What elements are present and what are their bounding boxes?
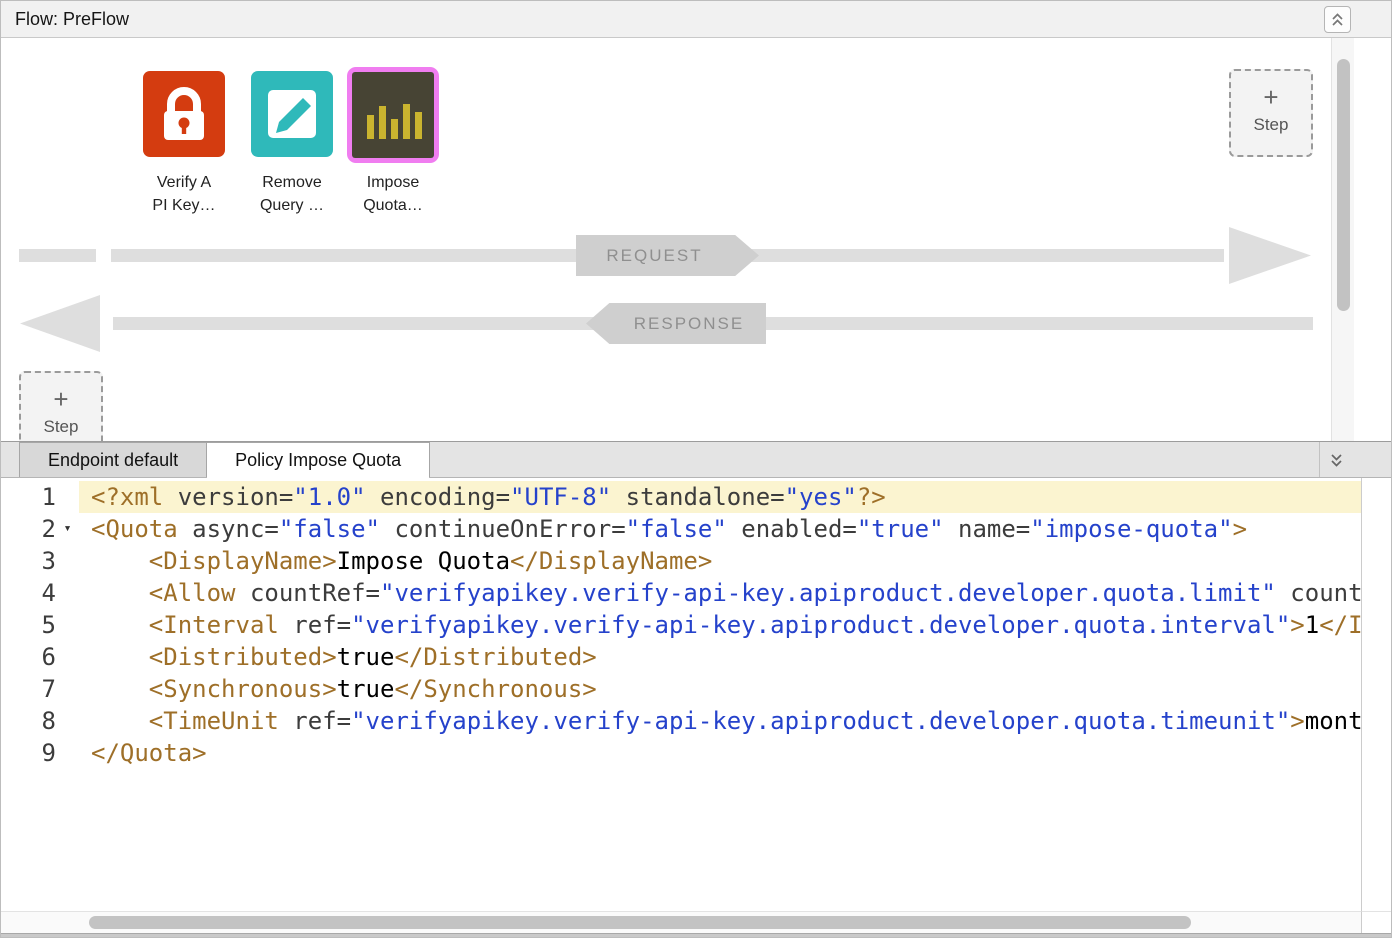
code-line[interactable]: 9 </Quota>: [1, 737, 1361, 769]
add-step-button-response[interactable]: + Step: [19, 371, 103, 441]
plus-icon: +: [1231, 84, 1311, 110]
code-text[interactable]: <Quota async="false" continueOnError="fa…: [79, 513, 1361, 545]
code-line[interactable]: 1 <?xml version="1.0" encoding="UTF-8" st…: [1, 481, 1361, 513]
line-number: 4: [1, 577, 56, 609]
policy-label-line1: Verify A: [128, 171, 240, 194]
add-step-label: Step: [21, 417, 101, 437]
response-badge: RESPONSE: [586, 303, 766, 344]
line-number: 3: [1, 545, 56, 577]
tab-policy-impose-quota[interactable]: Policy Impose Quota: [206, 442, 430, 477]
policy-label-line1: Impose: [337, 171, 449, 194]
selection-ring: [347, 67, 439, 163]
fold-spacer: [56, 673, 79, 705]
editor-hscrollbar-thumb[interactable]: [89, 916, 1191, 929]
add-step-label: Step: [1231, 115, 1311, 135]
line-number: 9: [1, 737, 56, 769]
policy-step-remove-query-param[interactable]: Remove Query …: [236, 71, 348, 157]
fold-spacer: [56, 609, 79, 641]
fold-spacer: [56, 641, 79, 673]
flow-canvas: Verify A PI Key… Remove Query …: [1, 38, 1391, 441]
window-bottom-edge: [1, 933, 1391, 938]
flow-scrollbar-thumb[interactable]: [1337, 59, 1350, 311]
code-text[interactable]: <Allow countRef="verifyapikey.verify-api…: [79, 577, 1361, 609]
code-lines: 1 <?xml version="1.0" encoding="UTF-8" st…: [1, 481, 1361, 769]
request-badge: REQUEST: [576, 235, 759, 276]
fold-spacer: [56, 481, 79, 513]
policy-label-line2: Query …: [236, 194, 348, 217]
code-editor[interactable]: 1 <?xml version="1.0" encoding="UTF-8" st…: [1, 478, 1361, 911]
api-proxy-flow-editor: Flow: PreFlow Verify A PI Key…: [0, 0, 1392, 938]
policy-label-line2: PI Key…: [128, 194, 240, 217]
collapse-editor-button[interactable]: [1325, 449, 1347, 471]
editor-right-gutter: [1361, 478, 1392, 911]
fold-spacer: [56, 737, 79, 769]
plus-icon: +: [21, 386, 101, 412]
pencil-icon: [251, 71, 333, 157]
code-text[interactable]: <DisplayName>Impose Quota</DisplayName>: [79, 545, 1361, 577]
chevron-double-down-icon: [1329, 452, 1344, 468]
policy-label: Verify A PI Key…: [128, 171, 240, 217]
fold-spacer: [56, 577, 79, 609]
editor-hscrollbar-track[interactable]: [1, 911, 1361, 933]
flow-scrollbar-track[interactable]: [1331, 38, 1354, 441]
code-line[interactable]: 2▾<Quota async="false" continueOnError="…: [1, 513, 1361, 545]
tab-bar-divider: [1319, 442, 1320, 477]
code-line[interactable]: 6 <Distributed>true</Distributed>: [1, 641, 1361, 673]
line-number: 5: [1, 609, 56, 641]
response-label: RESPONSE: [634, 314, 744, 334]
policy-label: Remove Query …: [236, 171, 348, 217]
request-label: REQUEST: [606, 246, 702, 266]
code-text[interactable]: <Distributed>true</Distributed>: [79, 641, 1361, 673]
chevron-double-up-icon: [1330, 12, 1345, 28]
code-text[interactable]: <TimeUnit ref="verifyapikey.verify-api-k…: [79, 705, 1361, 737]
line-number: 6: [1, 641, 56, 673]
fold-spacer: [56, 705, 79, 737]
request-bar-stub: [19, 249, 96, 262]
tab-label: Policy Impose Quota: [235, 450, 401, 471]
code-line[interactable]: 7 <Synchronous>true</Synchronous>: [1, 673, 1361, 705]
policy-step-verify-api-key[interactable]: Verify A PI Key…: [128, 71, 240, 157]
policy-label: Impose Quota…: [337, 171, 449, 217]
lock-icon: [143, 71, 225, 157]
code-line[interactable]: 5 <Interval ref="verifyapikey.verify-api…: [1, 609, 1361, 641]
code-text[interactable]: </Quota>: [79, 737, 1361, 769]
fold-arrow-icon[interactable]: ▾: [56, 513, 79, 545]
response-arrowhead-icon: [20, 295, 100, 352]
bar-chart-icon: [352, 72, 434, 158]
line-number: 2: [1, 513, 56, 545]
request-arrowhead-icon: [1229, 227, 1311, 284]
code-line[interactable]: 3 <DisplayName>Impose Quota</DisplayName…: [1, 545, 1361, 577]
code-text[interactable]: <Interval ref="verifyapikey.verify-api-k…: [79, 609, 1361, 641]
policy-label-line1: Remove: [236, 171, 348, 194]
code-line[interactable]: 4 <Allow countRef="verifyapikey.verify-a…: [1, 577, 1361, 609]
tab-endpoint-default[interactable]: Endpoint default: [19, 442, 207, 477]
collapse-flow-panel-button[interactable]: [1324, 6, 1351, 33]
policy-label-line2: Quota…: [337, 194, 449, 217]
line-number: 8: [1, 705, 56, 737]
line-number: 7: [1, 673, 56, 705]
fold-spacer: [56, 545, 79, 577]
flow-title: Flow: PreFlow: [15, 1, 129, 37]
code-text[interactable]: <Synchronous>true</Synchronous>: [79, 673, 1361, 705]
scrollbar-corner: [1361, 911, 1392, 933]
code-text[interactable]: <?xml version="1.0" encoding="UTF-8" sta…: [79, 481, 1361, 513]
code-line[interactable]: 8 <TimeUnit ref="verifyapikey.verify-api…: [1, 705, 1361, 737]
editor-tab-bar: Endpoint default Policy Impose Quota: [1, 441, 1391, 478]
add-step-button-request[interactable]: + Step: [1229, 69, 1313, 157]
flow-header: Flow: PreFlow: [1, 1, 1391, 38]
line-number: 1: [1, 481, 56, 513]
policy-step-impose-quota-selected[interactable]: Impose Quota…: [337, 71, 449, 163]
tab-label: Endpoint default: [48, 450, 178, 471]
